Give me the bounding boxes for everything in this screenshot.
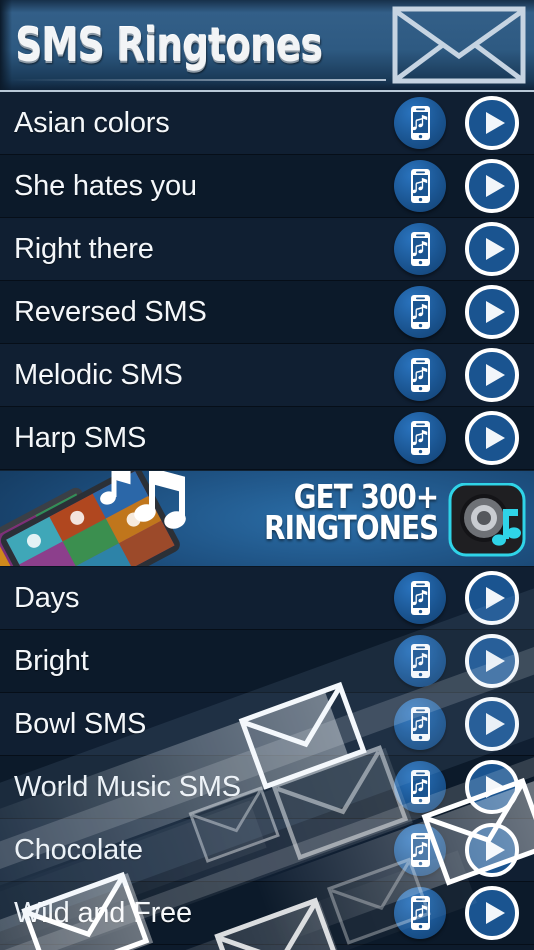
play-icon[interactable]: [464, 570, 520, 626]
row-actions: [394, 570, 520, 626]
ringtone-name: Chocolate: [14, 833, 143, 866]
ringtone-name: Bowl SMS: [14, 707, 147, 740]
row-actions: [394, 221, 520, 277]
list-item[interactable]: Bright: [0, 630, 534, 693]
play-icon[interactable]: [464, 633, 520, 689]
play-icon[interactable]: [464, 95, 520, 151]
row-actions: [394, 284, 520, 340]
ringtone-list-bottom: Days Bright Bowl SMS World Music SMS Cho…: [0, 567, 534, 945]
phone-music-note-icon[interactable]: [394, 412, 446, 464]
ringtone-name: Wild and Free: [14, 896, 192, 929]
app-screen: SMS Ringtones Asian colors She hates you…: [0, 0, 534, 950]
ringtone-name: Reversed SMS: [14, 295, 207, 328]
list-item[interactable]: Bowl SMS: [0, 693, 534, 756]
list-item[interactable]: Right there: [0, 218, 534, 281]
phone-music-note-icon[interactable]: [394, 887, 446, 939]
list-item[interactable]: Asian colors: [0, 92, 534, 155]
play-icon[interactable]: [464, 696, 520, 752]
play-icon[interactable]: [464, 759, 520, 815]
ringtone-name: She hates you: [14, 169, 197, 202]
list-item[interactable]: World Music SMS: [0, 756, 534, 819]
ringtone-name: Harp SMS: [14, 421, 147, 454]
list-item[interactable]: Chocolate: [0, 819, 534, 882]
banner-headline: GET 300+ RINGTONES: [263, 480, 439, 548]
row-actions: [394, 822, 520, 878]
banner-line-2: RINGTONES: [263, 508, 439, 548]
play-icon[interactable]: [464, 822, 520, 878]
ringtone-name: Right there: [14, 232, 154, 265]
page-title: SMS Ringtones: [16, 18, 323, 72]
row-actions: [394, 158, 520, 214]
ringtone-name: World Music SMS: [14, 770, 241, 803]
list-item[interactable]: Reversed SMS: [0, 281, 534, 344]
play-icon[interactable]: [464, 221, 520, 277]
row-actions: [394, 410, 520, 466]
list-item[interactable]: She hates you: [0, 155, 534, 218]
ringtone-name: Melodic SMS: [14, 358, 183, 391]
phone-music-note-icon[interactable]: [394, 824, 446, 876]
play-icon[interactable]: [464, 347, 520, 403]
phone-music-note-icon[interactable]: [394, 223, 446, 275]
phone-music-note-icon[interactable]: [394, 97, 446, 149]
speaker-music-note-icon: [448, 483, 526, 557]
row-actions: [394, 347, 520, 403]
play-icon[interactable]: [464, 284, 520, 340]
row-actions: [394, 95, 520, 151]
row-actions: [394, 696, 520, 752]
play-icon[interactable]: [464, 158, 520, 214]
ringtone-name: Asian colors: [14, 106, 170, 139]
row-actions: [394, 633, 520, 689]
play-icon[interactable]: [464, 885, 520, 941]
phone-music-note-icon[interactable]: [394, 698, 446, 750]
ringtone-name: Bright: [14, 644, 89, 677]
phone-music-note-icon[interactable]: [394, 160, 446, 212]
list-item[interactable]: Melodic SMS: [0, 344, 534, 407]
envelope-icon: [392, 6, 526, 84]
list-item[interactable]: Wild and Free: [0, 882, 534, 945]
phone-music-note-icon[interactable]: [394, 286, 446, 338]
phone-music-note-icon[interactable]: [394, 572, 446, 624]
ad-banner[interactable]: GET 300+ RINGTONES: [0, 470, 534, 567]
row-actions: [394, 885, 520, 941]
ringtone-name: Days: [14, 581, 80, 614]
ringtone-list-top: Asian colors She hates you Right there R…: [0, 92, 534, 470]
app-header: SMS Ringtones: [0, 0, 534, 92]
header-divider: [10, 79, 386, 81]
phone-music-note-icon[interactable]: [394, 761, 446, 813]
play-icon[interactable]: [464, 410, 520, 466]
phone-music-note-icon[interactable]: [394, 635, 446, 687]
list-item[interactable]: Harp SMS: [0, 407, 534, 470]
phone-music-note-icon[interactable]: [394, 349, 446, 401]
banner-artwork: [0, 471, 186, 566]
row-actions: [394, 759, 520, 815]
list-item[interactable]: Days: [0, 567, 534, 630]
